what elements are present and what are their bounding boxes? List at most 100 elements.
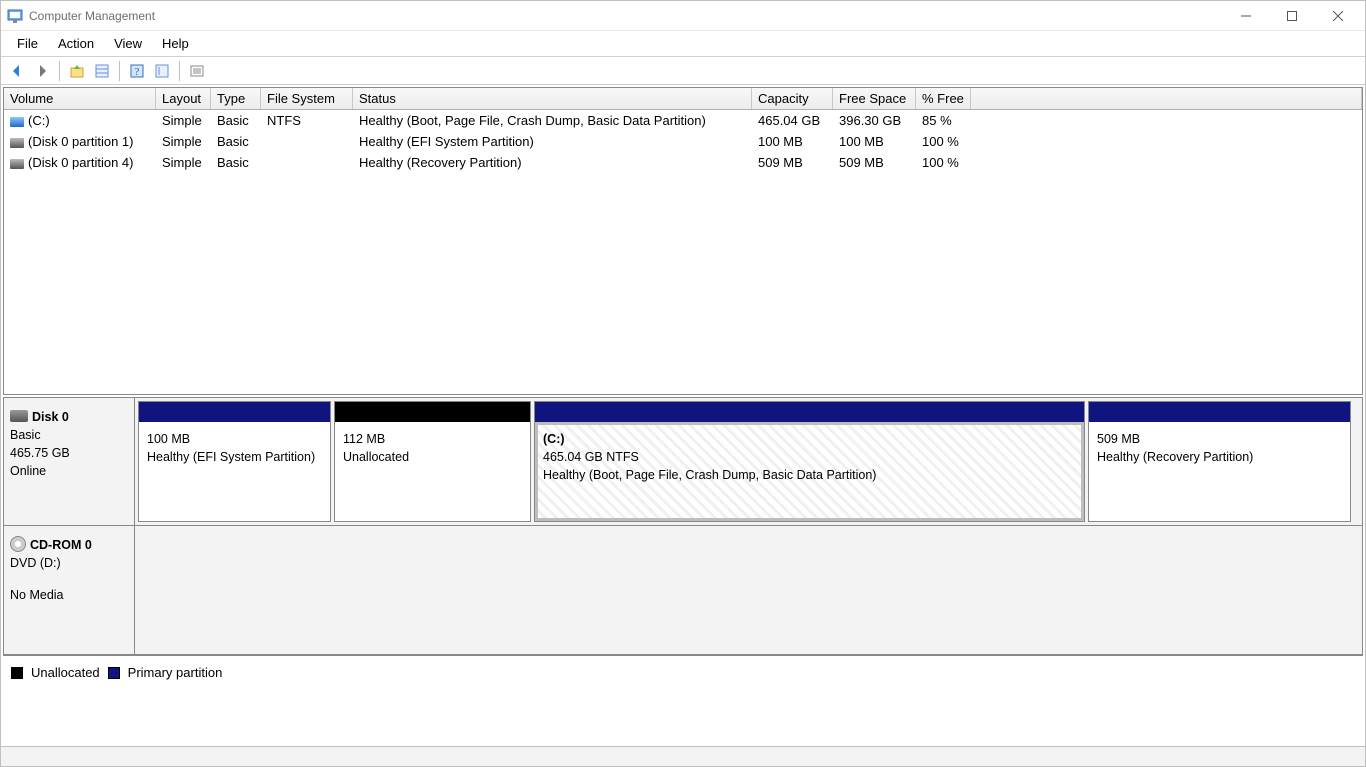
partition-line1: 465.04 GB NTFS — [543, 448, 1076, 466]
volume-row[interactable]: (Disk 0 partition 4)SimpleBasicHealthy (… — [4, 152, 1362, 173]
menubar: File Action View Help — [1, 31, 1365, 57]
disk-type: Basic — [10, 426, 128, 444]
up-level-icon[interactable] — [65, 59, 89, 83]
partition-header — [139, 402, 330, 422]
col-freespace[interactable]: Free Space — [833, 88, 916, 109]
col-layout[interactable]: Layout — [156, 88, 211, 109]
partition-title: (C:) — [543, 430, 1076, 448]
titlebar: Computer Management — [1, 1, 1365, 31]
partition-line1: 100 MB — [147, 430, 322, 448]
partition-line2: Unallocated — [343, 448, 522, 466]
volume-list: Volume Layout Type File System Status Ca… — [3, 87, 1363, 395]
svg-text:?: ? — [135, 67, 140, 78]
partition-box[interactable]: 509 MBHealthy (Recovery Partition) — [1088, 401, 1351, 522]
refresh-icon[interactable] — [150, 59, 174, 83]
partition-header — [535, 402, 1084, 422]
menu-help[interactable]: Help — [152, 32, 199, 55]
cdrom-state: No Media — [10, 586, 128, 604]
partition-body: 100 MBHealthy (EFI System Partition) — [139, 422, 330, 521]
partition-body: (C:)465.04 GB NTFSHealthy (Boot, Page Fi… — [535, 422, 1084, 521]
volume-icon — [10, 117, 24, 127]
window: Computer Management File Action View Hel… — [0, 0, 1366, 767]
statusbar — [1, 746, 1365, 766]
volume-percentfree: 100 % — [916, 134, 971, 149]
list-view-icon[interactable] — [185, 59, 209, 83]
volume-name: (C:) — [28, 113, 50, 128]
menu-file[interactable]: File — [7, 32, 48, 55]
volume-status: Healthy (EFI System Partition) — [353, 134, 752, 149]
volume-capacity: 100 MB — [752, 134, 833, 149]
partition-line2: Healthy (Recovery Partition) — [1097, 448, 1342, 466]
volume-icon — [10, 159, 24, 169]
partition-strip: 100 MBHealthy (EFI System Partition)112 … — [135, 398, 1362, 525]
forward-button[interactable] — [30, 59, 54, 83]
col-status[interactable]: Status — [353, 88, 752, 109]
toolbar-separator — [119, 61, 120, 81]
volume-free: 100 MB — [833, 134, 916, 149]
volume-name: (Disk 0 partition 4) — [28, 155, 133, 170]
col-capacity[interactable]: Capacity — [752, 88, 833, 109]
disk-row-cdrom0: CD-ROM 0 DVD (D:) No Media — [4, 526, 1362, 654]
col-extra[interactable] — [971, 88, 1362, 109]
volume-status: Healthy (Boot, Page File, Crash Dump, Ba… — [353, 113, 752, 128]
disk-size: 465.75 GB — [10, 444, 128, 462]
volume-layout: Simple — [156, 134, 211, 149]
volume-type: Basic — [211, 134, 261, 149]
volume-layout: Simple — [156, 113, 211, 128]
volume-row[interactable]: (Disk 0 partition 1) SimpleBasic Healthy (… — [4, 131, 1362, 152]
partition-box[interactable]: (C:)465.04 GB NTFSHealthy (Boot, Page Fi… — [534, 401, 1085, 522]
col-volume[interactable]: Volume — [4, 88, 156, 109]
partition-body: 112 MBUnallocated — [335, 422, 530, 521]
volume-capacity: 509 MB — [752, 155, 833, 170]
legend-label-unallocated: Unallocated — [31, 665, 100, 680]
cdrom-title: CD-ROM 0 — [30, 538, 92, 552]
back-button[interactable] — [5, 59, 29, 83]
partition-line2: Healthy (Boot, Page File, Crash Dump, Ba… — [543, 466, 1076, 484]
legend-label-primary: Primary partition — [128, 665, 223, 680]
toolbar: ? — [1, 57, 1365, 85]
legend-swatch-unallocated — [11, 667, 23, 679]
partition-box[interactable]: 100 MBHealthy (EFI System Partition) — [138, 401, 331, 522]
disk-state: Online — [10, 462, 128, 480]
menu-action[interactable]: Action — [48, 32, 104, 55]
cdrom-icon — [10, 536, 26, 552]
volume-percentfree: 85 % — [916, 113, 971, 128]
minimize-button[interactable] — [1223, 1, 1269, 31]
volume-type: Basic — [211, 113, 261, 128]
col-filesystem[interactable]: File System — [261, 88, 353, 109]
cdrom-strip — [135, 526, 1362, 654]
help-icon[interactable]: ? — [125, 59, 149, 83]
col-type[interactable]: Type — [211, 88, 261, 109]
close-button[interactable] — [1315, 1, 1361, 31]
legend-swatch-primary — [108, 667, 120, 679]
volume-name: (Disk 0 partition 1) — [28, 134, 133, 149]
volume-layout: Simple — [156, 155, 211, 170]
disk-row-disk0: Disk 0 Basic 465.75 GB Online 100 MBHeal… — [4, 398, 1362, 526]
partition-header — [1089, 402, 1350, 422]
volume-icon — [10, 138, 24, 148]
partition-header — [335, 402, 530, 422]
maximize-button[interactable] — [1269, 1, 1315, 31]
disk-info-cdrom0[interactable]: CD-ROM 0 DVD (D:) No Media — [4, 526, 135, 654]
disk-icon — [10, 410, 28, 422]
toolbar-separator — [59, 61, 60, 81]
partition-line1: 509 MB — [1097, 430, 1342, 448]
disk-title: Disk 0 — [32, 410, 69, 424]
volume-capacity: 465.04 GB — [752, 113, 833, 128]
legend: Unallocated Primary partition — [3, 655, 1363, 689]
partition-line1: 112 MB — [343, 430, 522, 448]
menu-view[interactable]: View — [104, 32, 152, 55]
partition-line2: Healthy (EFI System Partition) — [147, 448, 322, 466]
col-percentfree[interactable]: % Free — [916, 88, 971, 109]
partition-body: 509 MBHealthy (Recovery Partition) — [1089, 422, 1350, 521]
volume-free: 396.30 GB — [833, 113, 916, 128]
volume-list-header: Volume Layout Type File System Status Ca… — [4, 88, 1362, 110]
app-icon — [7, 8, 23, 24]
volume-percentfree: 100 % — [916, 155, 971, 170]
disk-graphical-view: Disk 0 Basic 465.75 GB Online 100 MBHeal… — [3, 397, 1363, 655]
properties-icon[interactable] — [90, 59, 114, 83]
volume-row[interactable]: (C:)SimpleBasicNTFSHealthy (Boot, Page F… — [4, 110, 1362, 131]
partition-box[interactable]: 112 MBUnallocated — [334, 401, 531, 522]
volume-status: Healthy (Recovery Partition) — [353, 155, 752, 170]
disk-info-disk0[interactable]: Disk 0 Basic 465.75 GB Online — [4, 398, 135, 525]
